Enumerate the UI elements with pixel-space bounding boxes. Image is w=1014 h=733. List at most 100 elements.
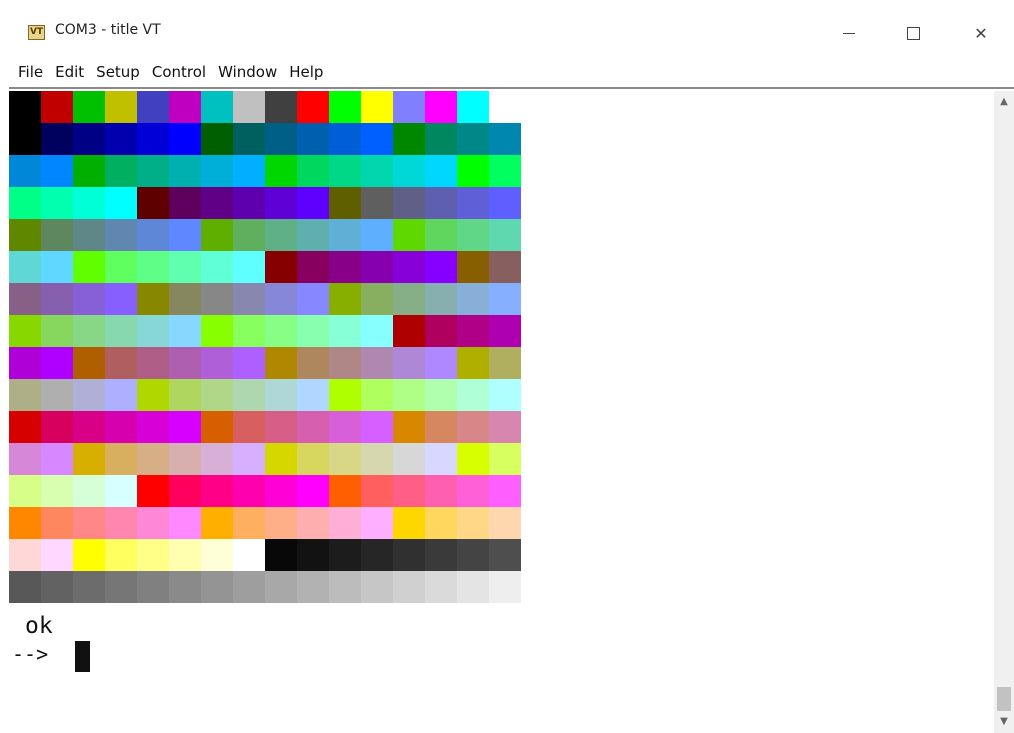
color-cell — [361, 443, 393, 475]
color-cell — [73, 507, 105, 539]
color-cell — [297, 539, 329, 571]
color-cell — [425, 539, 457, 571]
minimize-button[interactable] — [826, 16, 872, 50]
color-cell — [297, 219, 329, 251]
color-cell — [361, 379, 393, 411]
color-cell — [105, 443, 137, 475]
color-cell — [41, 187, 73, 219]
color-cell — [329, 539, 361, 571]
maximize-icon — [906, 26, 920, 40]
color-cell — [457, 283, 489, 315]
color-cell — [201, 155, 233, 187]
color-cell — [201, 251, 233, 283]
color-palette-grid — [9, 91, 521, 603]
color-cell — [393, 155, 425, 187]
title-bar[interactable]: VT COM3 - title VT ✕ — [0, 16, 1014, 52]
color-cell — [169, 251, 201, 283]
color-cell — [297, 475, 329, 507]
color-cell — [233, 155, 265, 187]
color-cell — [201, 123, 233, 155]
color-row — [9, 507, 521, 539]
scroll-down-arrow-icon[interactable]: ▼ — [994, 711, 1014, 733]
color-cell — [105, 475, 137, 507]
color-cell — [73, 187, 105, 219]
color-cell — [169, 155, 201, 187]
color-cell — [73, 411, 105, 443]
color-cell — [489, 379, 521, 411]
color-cell — [361, 123, 393, 155]
color-cell — [297, 379, 329, 411]
color-cell — [361, 539, 393, 571]
color-cell — [137, 507, 169, 539]
close-button[interactable]: ✕ — [958, 16, 1004, 50]
color-cell — [137, 91, 169, 123]
color-cell — [41, 219, 73, 251]
menu-help[interactable]: Help — [283, 63, 329, 81]
color-cell — [425, 379, 457, 411]
terminal-screen[interactable]: ok --> ▲ ▼ — [9, 87, 1014, 733]
color-cell — [169, 379, 201, 411]
maximize-button[interactable] — [890, 16, 936, 50]
vertical-scrollbar[interactable]: ▲ ▼ — [994, 91, 1014, 733]
color-cell — [329, 123, 361, 155]
color-cell — [73, 283, 105, 315]
color-cell — [233, 219, 265, 251]
color-cell — [425, 315, 457, 347]
color-cell — [393, 251, 425, 283]
color-cell — [41, 347, 73, 379]
color-cell — [457, 347, 489, 379]
color-cell — [201, 475, 233, 507]
menu-edit[interactable]: Edit — [49, 63, 90, 81]
color-cell — [489, 507, 521, 539]
minimize-icon — [843, 32, 855, 34]
color-cell — [137, 187, 169, 219]
color-cell — [489, 539, 521, 571]
color-cell — [137, 155, 169, 187]
color-cell — [361, 251, 393, 283]
color-cell — [329, 347, 361, 379]
color-cell — [329, 571, 361, 603]
color-cell — [169, 219, 201, 251]
color-cell — [329, 315, 361, 347]
menu-file[interactable]: File — [12, 63, 49, 81]
color-cell — [105, 379, 137, 411]
scroll-up-arrow-icon[interactable]: ▲ — [994, 91, 1014, 113]
color-cell — [361, 219, 393, 251]
color-cell — [105, 411, 137, 443]
command-prompt: --> — [12, 642, 49, 666]
color-cell — [329, 507, 361, 539]
color-cell — [201, 187, 233, 219]
color-cell — [425, 507, 457, 539]
color-cell — [329, 155, 361, 187]
color-cell — [41, 475, 73, 507]
color-cell — [329, 475, 361, 507]
color-cell — [393, 123, 425, 155]
color-cell — [329, 411, 361, 443]
color-cell — [201, 283, 233, 315]
menu-control[interactable]: Control — [146, 63, 212, 81]
color-cell — [41, 251, 73, 283]
color-cell — [137, 123, 169, 155]
color-cell — [265, 507, 297, 539]
color-cell — [457, 571, 489, 603]
color-cell — [73, 91, 105, 123]
menu-window[interactable]: Window — [212, 63, 283, 81]
color-cell — [265, 187, 297, 219]
color-cell — [201, 219, 233, 251]
color-row — [9, 347, 521, 379]
color-cell — [41, 379, 73, 411]
color-row — [9, 475, 521, 507]
color-cell — [201, 571, 233, 603]
menu-setup[interactable]: Setup — [90, 63, 146, 81]
color-cell — [393, 379, 425, 411]
color-cell — [393, 539, 425, 571]
color-cell — [425, 219, 457, 251]
scroll-thumb[interactable] — [997, 687, 1011, 711]
color-cell — [105, 187, 137, 219]
color-cell — [297, 507, 329, 539]
color-cell — [41, 443, 73, 475]
color-cell — [105, 283, 137, 315]
color-row — [9, 91, 521, 123]
color-cell — [457, 123, 489, 155]
teraterm-vt-icon[interactable]: VT — [28, 25, 45, 40]
